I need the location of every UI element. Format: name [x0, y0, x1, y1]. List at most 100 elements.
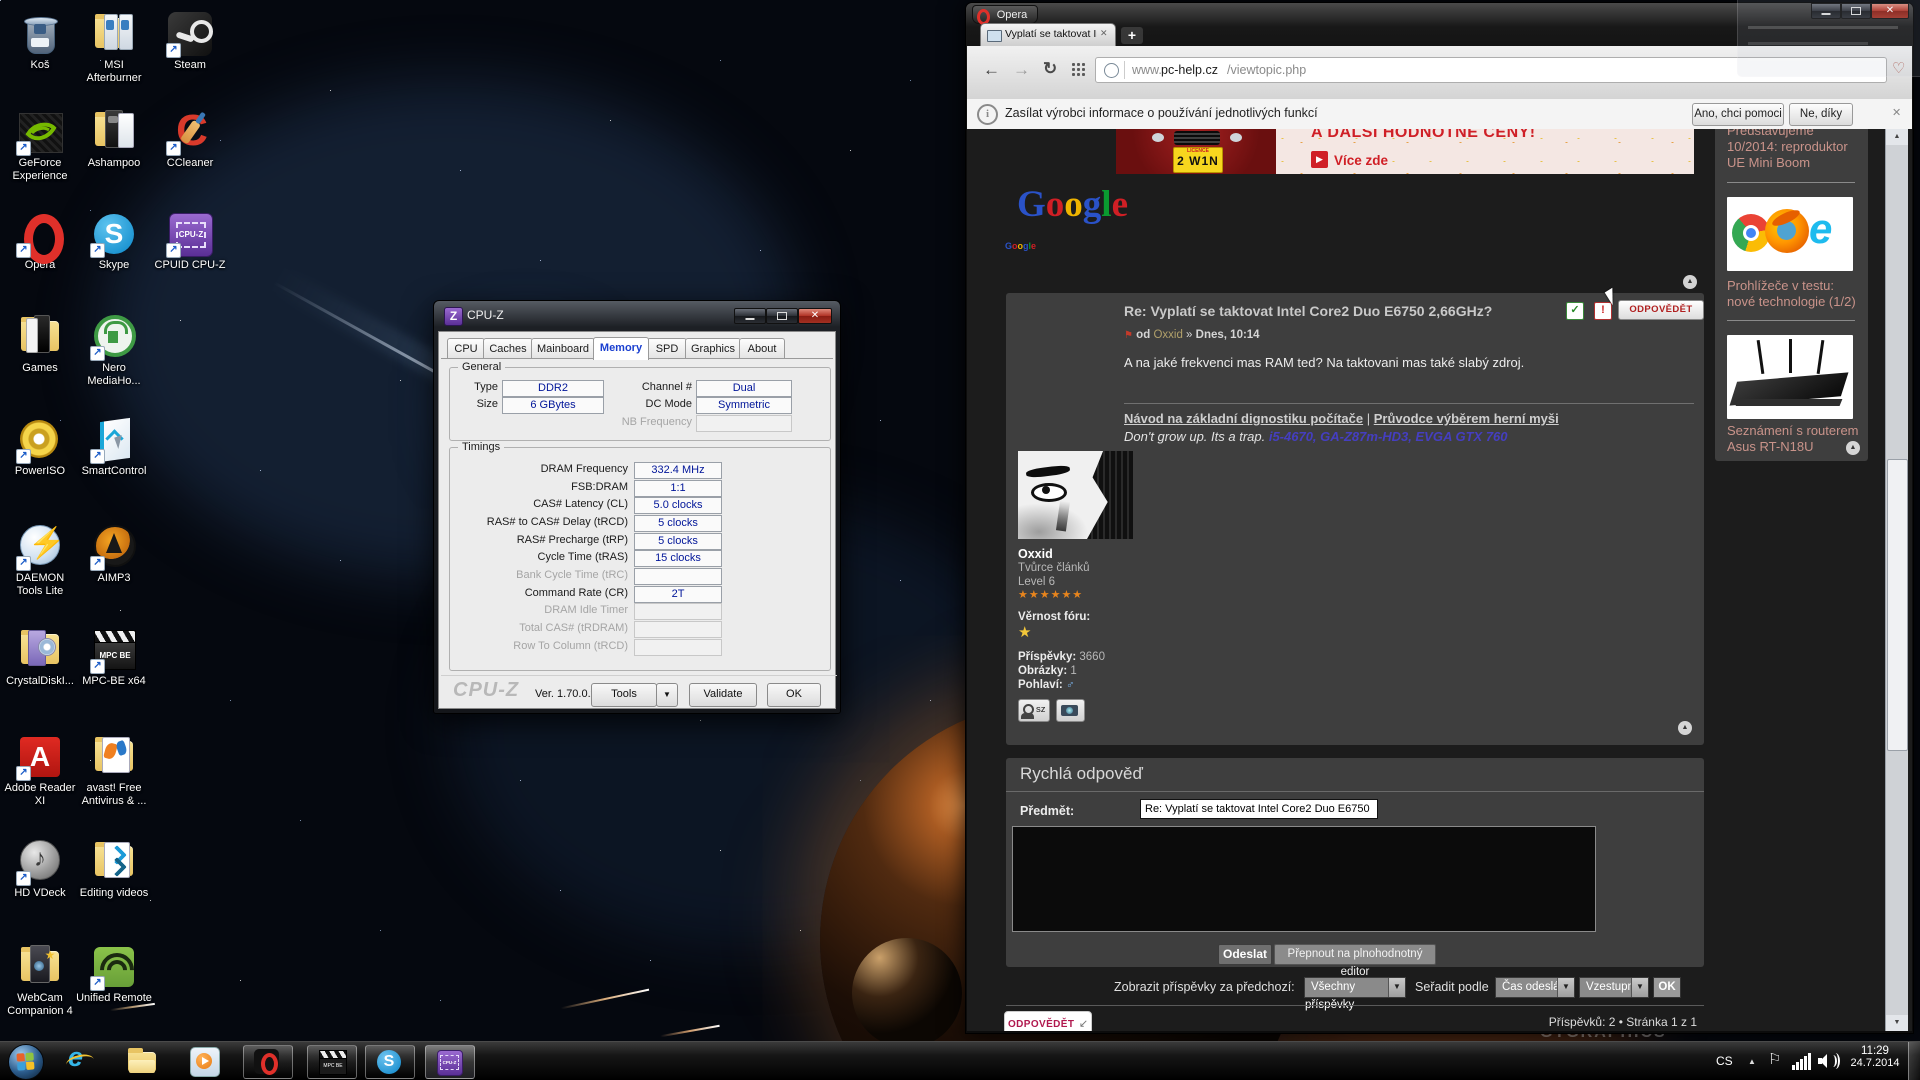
network-icon[interactable]	[1792, 1052, 1812, 1070]
clock[interactable]: 11:29 24.7.2014	[1846, 1045, 1904, 1077]
scroll-top-icon[interactable]: ▲	[1683, 275, 1697, 289]
signature-link[interactable]: Návod na základní dignostiku počítače	[1124, 411, 1363, 426]
desktop-icon-ashampoo[interactable]: Ashampoo	[76, 110, 152, 170]
scroll-thumb[interactable]	[1887, 459, 1908, 751]
show-posts-select[interactable]: Všechny příspěvky▼	[1304, 977, 1406, 998]
back-icon[interactable]: ←	[983, 60, 1000, 80]
images-value[interactable]: 1	[1070, 665, 1076, 677]
tools-dropdown-button[interactable]: ▼	[656, 683, 678, 707]
desktop-icon-aimp3[interactable]: ↗ AIMP3	[76, 525, 152, 585]
tab-about[interactable]: About	[739, 338, 785, 359]
scroll-up-button[interactable]: ▲	[1886, 129, 1908, 145]
sort-select[interactable]: Čas odeslání▼	[1495, 977, 1575, 998]
direction-select[interactable]: Vzestupně▼	[1579, 977, 1649, 998]
new-tab-button[interactable]: +	[1121, 27, 1143, 44]
notification-close-icon[interactable]: ✕	[1892, 106, 1901, 119]
switch-editor-button[interactable]: Přepnout na plnohodnotný editor	[1274, 944, 1436, 965]
taskbar-explorer-button[interactable]	[126, 1050, 158, 1074]
sidebar-top-icon[interactable]: ▲	[1846, 441, 1860, 455]
tab-close-icon[interactable]: ✕	[1100, 28, 1108, 39]
gallery-button[interactable]	[1056, 699, 1085, 722]
taskbar-wmp-button[interactable]	[190, 1047, 220, 1077]
post-title[interactable]: Re: Vyplatí se taktovat Intel Core2 Duo …	[1124, 303, 1492, 319]
desktop-icon-poweriso[interactable]: ↗ PowerISO	[2, 418, 78, 478]
scrollbar[interactable]: ▲ ▼	[1885, 129, 1908, 1031]
subject-input[interactable]	[1140, 799, 1378, 819]
footer-reply-button[interactable]: ODPOVĚDĚT ↙	[1004, 1011, 1092, 1031]
opera-menu-button[interactable]: Opera	[972, 5, 1038, 24]
user-name[interactable]: Oxxid	[1018, 547, 1053, 561]
controls-ok-button[interactable]: OK	[1653, 977, 1681, 998]
router-article-image[interactable]	[1727, 335, 1853, 419]
browser-tab[interactable]: Vyplatí se taktovat Intel Co ✕	[980, 23, 1116, 47]
close-button[interactable]: ✕	[798, 308, 832, 324]
cpuz-titlebar[interactable]: Z CPU-Z ✕	[434, 301, 840, 331]
desktop-icon-opera[interactable]: ↗ Opera	[2, 212, 78, 272]
desktop-icon-daemon-tools[interactable]: ⚡ ↗ DAEMON Tools Lite	[2, 525, 78, 598]
desktop-icon-ccleaner[interactable]: C ↗ CCleaner	[152, 110, 228, 170]
volume-icon[interactable]	[1818, 1052, 1838, 1070]
desktop-icon-msi-afterburner[interactable]: MSI Afterburner	[76, 12, 152, 85]
desktop-icon-hdvdeck[interactable]: ♪ ↗ HD VDeck	[2, 840, 78, 900]
ok-button[interactable]: OK	[767, 683, 821, 707]
notification-yes-button[interactable]: Ano, chci pomoci	[1692, 103, 1784, 126]
show-desktop-button[interactable]	[1908, 1042, 1920, 1080]
desktop-icon-mpcbe[interactable]: MPC BE ↗ MPC-BE x64	[76, 628, 152, 688]
send-button[interactable]: Odeslat	[1218, 944, 1272, 965]
avatar[interactable]	[1018, 451, 1133, 539]
tab-cpu[interactable]: CPU	[447, 338, 485, 359]
taskbar-skype-running[interactable]: S	[365, 1045, 415, 1079]
message-textarea[interactable]	[1012, 826, 1596, 932]
tab-memory[interactable]: Memory	[593, 337, 649, 360]
browsers-article-image[interactable]: e	[1727, 197, 1853, 271]
forward-icon[interactable]: →	[1013, 60, 1030, 80]
tab-graphics[interactable]: Graphics	[685, 338, 741, 359]
validate-button[interactable]: Validate	[689, 683, 757, 707]
sidebar-article-title[interactable]: Seznámení s routerem Asus RT-N18U	[1727, 423, 1859, 455]
desktop-icon-smartcontrol[interactable]: ↗ SmartControl	[76, 418, 152, 478]
maximize-button[interactable]	[766, 308, 798, 324]
notification-no-button[interactable]: Ne, díky	[1789, 103, 1853, 126]
report-icon[interactable]: !	[1594, 302, 1612, 320]
desktop-icon-adobe-reader[interactable]: A ↗ Adobe Reader XI	[2, 735, 78, 808]
tab-mainboard[interactable]: Mainboard	[531, 338, 595, 359]
banner-ad[interactable]: LICENCE 2 W1N A DALŠÍ HODNOTNÉ CENY! ▶ V…	[1116, 129, 1694, 174]
post-reply-button[interactable]: ODPOVĚDĚT	[1618, 300, 1704, 320]
desktop-icon-games[interactable]: Games	[2, 315, 78, 375]
desktop-icon-recycle-bin[interactable]: Koš	[2, 12, 78, 72]
tab-caches[interactable]: Caches	[483, 338, 533, 359]
taskbar-cpuz-running[interactable]: CPU-Z	[425, 1045, 475, 1079]
minimize-button[interactable]	[734, 308, 766, 324]
desktop-icon-crystaldiskinfo[interactable]: CrystalDiskI...	[2, 628, 78, 688]
private-message-button[interactable]: sz	[1018, 699, 1050, 722]
taskbar-mpc-running[interactable]: MPC BE	[307, 1045, 357, 1079]
desktop-icon-nero-mediahome[interactable]: ↗ Nero MediaHo...	[76, 315, 152, 388]
speed-dial-icon[interactable]	[1071, 62, 1085, 76]
post-top-icon[interactable]: ▲	[1678, 721, 1692, 735]
desktop-icon-cpuz[interactable]: CPU-Z ↗ CPUID CPU-Z	[152, 212, 228, 272]
sidebar-article-title[interactable]: Představujeme 10/2014: reproduktor UE Mi…	[1727, 129, 1859, 171]
taskbar-ie-button[interactable]: e	[64, 1045, 98, 1077]
taskbar-opera-running[interactable]	[243, 1045, 293, 1079]
desktop-icon-unified-remote[interactable]: ↗ Unified Remote	[76, 945, 152, 1005]
google-logo[interactable]: Google	[1017, 183, 1128, 226]
icon-label: Skype	[76, 259, 152, 272]
start-button[interactable]	[8, 1044, 44, 1080]
signature-link[interactable]: Průvodce výběrem herní myši	[1374, 411, 1559, 426]
desktop-icon-skype[interactable]: S ↗ Skype	[76, 212, 152, 272]
tab-spd[interactable]: SPD	[647, 338, 687, 359]
meta-author-link[interactable]: Oxxid	[1153, 329, 1182, 341]
scroll-down-button[interactable]: ▼	[1886, 1015, 1908, 1031]
tools-button[interactable]: Tools	[591, 683, 657, 707]
sidebar-article-title[interactable]: Prohlížeče v testu: nové technologie (1/…	[1727, 278, 1859, 310]
desktop-icon-editing-videos[interactable]: Editing videos	[76, 840, 152, 900]
mark-read-icon[interactable]: ✓	[1566, 302, 1584, 320]
action-center-flag-icon[interactable]: ⚐	[1768, 1050, 1781, 1068]
desktop-icon-steam[interactable]: ↗ Steam	[152, 12, 228, 72]
desktop-icon-geforce-experience[interactable]: ↗ GeForce Experience	[2, 110, 78, 183]
language-indicator[interactable]: CS	[1716, 1054, 1733, 1068]
desktop-icon-webcam-companion[interactable]: ★ WebCam Companion 4	[2, 945, 78, 1018]
reload-icon[interactable]: ↻	[1043, 59, 1057, 79]
show-hidden-icons[interactable]: ▲	[1748, 1057, 1756, 1066]
desktop-icon-avast[interactable]: avast! Free Antivirus & ...	[76, 735, 152, 808]
